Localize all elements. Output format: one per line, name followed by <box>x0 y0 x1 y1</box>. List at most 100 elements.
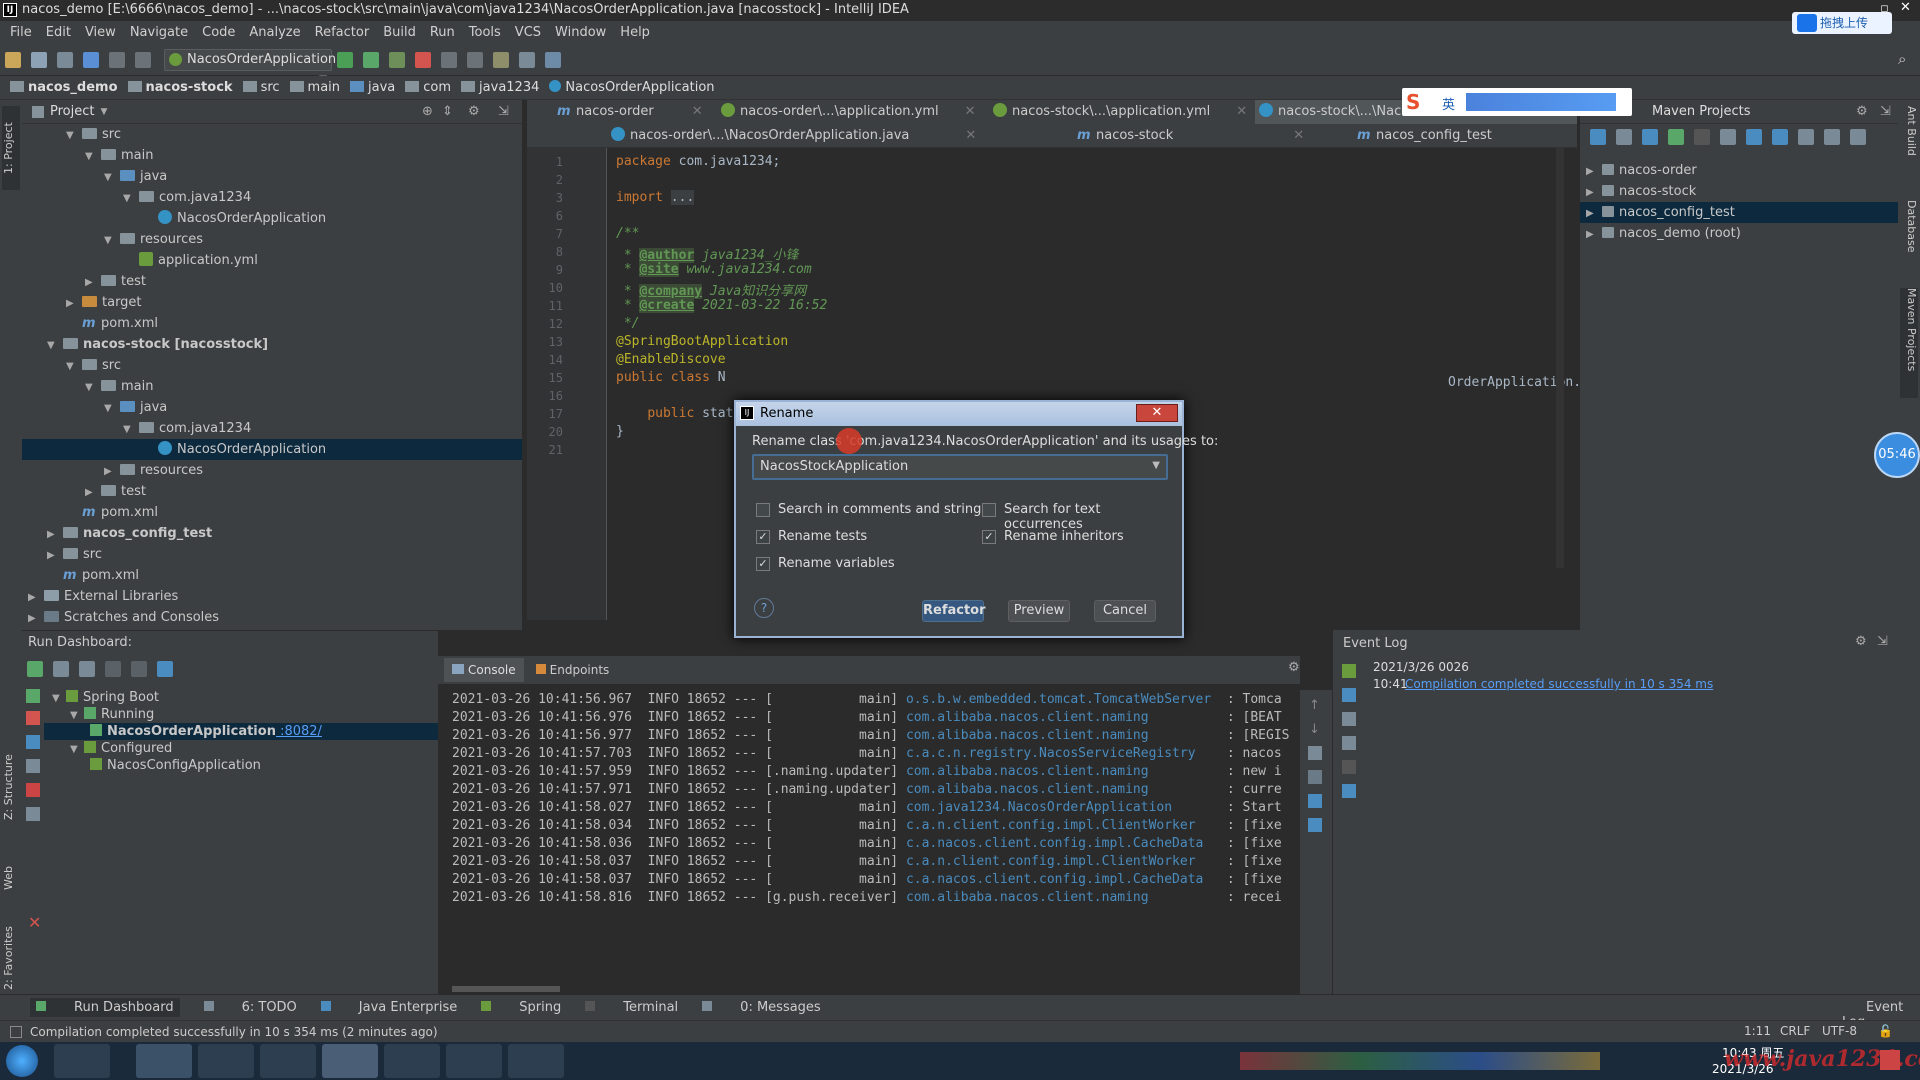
tree-item[interactable]: ▶ External Libraries <box>22 586 522 607</box>
collapse-arrow-icon[interactable]: ▶ <box>47 545 59 566</box>
console-output[interactable]: 2021-03-26 10:41:56.967 INFO 18652 --- [… <box>438 656 1300 994</box>
breadcrumb-java1234[interactable]: java1234 <box>461 80 539 95</box>
label-rename-variables[interactable]: Rename variables <box>778 556 895 571</box>
sync-icon[interactable] <box>57 51 73 68</box>
tree-item[interactable]: ▶ test <box>22 481 522 502</box>
expand-arrow-icon[interactable]: ▼ <box>66 125 78 146</box>
menu-run[interactable]: Run <box>430 25 455 40</box>
dialog-close-button[interactable]: ✕ <box>1136 404 1178 422</box>
close-icon[interactable]: ✕ <box>1293 128 1304 143</box>
maven-item-selected[interactable]: ▶ nacos_config_test <box>1580 202 1898 223</box>
tab-nacos-stock-pom[interactable]: m nacos-stock ✕ <box>1073 124 1333 148</box>
save-icon[interactable] <box>31 51 47 68</box>
tree-item[interactable]: ▼ nacos-stock [nacosstock] <box>22 334 522 355</box>
start-button[interactable] <box>6 1045 38 1077</box>
locate-icon[interactable]: ⊕ <box>422 104 433 119</box>
coverage-icon[interactable] <box>389 51 405 68</box>
search-everywhere-icon[interactable]: ⌕ <box>1898 50 1906 68</box>
run-icon[interactable] <box>337 51 353 68</box>
run-config-item[interactable]: ▼ Spring Boot <box>44 689 438 706</box>
clear-all-icon[interactable] <box>1342 784 1356 798</box>
tree-item[interactable]: ▶ nacos_config_test <box>22 523 522 544</box>
mark-read-icon[interactable] <box>1342 688 1356 702</box>
generate-sources-icon[interactable] <box>1616 129 1632 145</box>
dump-threads-icon[interactable] <box>26 759 40 773</box>
maven-item[interactable]: ▶ nacos-stock <box>1580 181 1898 202</box>
tree-item[interactable]: ▼ com.java1234 <box>22 418 522 439</box>
run-config-selected[interactable]: NacosOrderApplication :8082/ <box>44 723 438 740</box>
gear-icon[interactable]: ⚙ <box>468 104 480 119</box>
tab-endpoints[interactable]: Endpoints <box>528 658 618 682</box>
add-icon[interactable] <box>1668 129 1684 145</box>
tree-item[interactable]: ▼ resources <box>22 229 522 250</box>
tree-item[interactable]: m pom.xml <box>22 565 522 586</box>
tool-window-maven[interactable]: Maven Projects <box>1900 288 1918 398</box>
toggle-offline-icon[interactable] <box>1746 129 1762 145</box>
scroll-to-end-icon[interactable] <box>1342 736 1356 750</box>
label-rename-tests[interactable]: Rename tests <box>778 529 867 544</box>
status-toggle-icon[interactable] <box>10 1025 22 1038</box>
structure-icon[interactable] <box>545 51 561 68</box>
port-link[interactable]: :8082/ <box>276 724 322 739</box>
tree-item[interactable]: ▶ test <box>22 271 522 292</box>
tree-item[interactable]: ▶ Scratches and Consoles <box>22 607 522 628</box>
sogou-ime-icon[interactable]: S <box>1406 90 1420 114</box>
back-icon[interactable] <box>83 51 99 68</box>
tab-nacos-order-java[interactable]: nacos-order\...\NacosOrderApplication.ja… <box>607 124 976 148</box>
collapse-icon[interactable] <box>1824 129 1840 145</box>
collapse-arrow-icon[interactable]: ▶ <box>47 524 59 545</box>
expand-arrow-icon[interactable]: ▼ <box>85 146 97 167</box>
help-icon[interactable]: ? <box>754 598 774 618</box>
menu-code[interactable]: Code <box>202 25 235 40</box>
tab-run-dashboard[interactable]: Run Dashboard <box>30 998 180 1017</box>
hide-panel-icon[interactable]: ⇲ <box>498 104 509 119</box>
expand-arrow-icon[interactable]: ▼ <box>70 741 82 758</box>
breadcrumb-class[interactable]: NacosOrderApplication <box>549 80 715 95</box>
tree-item[interactable]: ▶ target <box>22 292 522 313</box>
dependencies-icon[interactable] <box>1798 129 1814 145</box>
tree-item[interactable]: ▼ main <box>22 376 522 397</box>
collapse-arrow-icon[interactable]: ▶ <box>85 482 97 503</box>
close-window-button[interactable]: ✕ <box>1900 0 1911 15</box>
new-name-combobox[interactable]: NacosStockApplication ▼ <box>752 454 1168 480</box>
editor-scrollbar[interactable] <box>1556 148 1564 568</box>
breadcrumb-module[interactable]: nacos-stock <box>127 80 233 95</box>
maven-item[interactable]: ▶ nacos_demo (root) <box>1580 223 1898 244</box>
collapse-all-icon[interactable]: ⇕ <box>442 104 453 119</box>
checkbox-search-comments[interactable] <box>756 503 770 517</box>
menu-build[interactable]: Build <box>383 25 416 40</box>
label-search-comments[interactable]: Search in comments and strings <box>778 502 988 517</box>
layout-icon[interactable] <box>26 807 40 821</box>
group-icon[interactable] <box>105 661 121 677</box>
hide-panel-icon[interactable]: ⇲ <box>1880 104 1891 119</box>
floating-timer-badge[interactable]: 05:46 <box>1874 432 1920 478</box>
taskbar-app-terminal[interactable] <box>446 1044 502 1078</box>
refactor-button[interactable]: Refactor <box>922 600 986 622</box>
group-by-type-icon[interactable] <box>131 661 147 677</box>
tree-item[interactable]: m pom.xml <box>22 313 522 334</box>
status-message[interactable]: Compilation completed successfully in 10… <box>30 1025 438 1039</box>
close-icon[interactable]: ✕ <box>692 104 703 119</box>
taskbar-app-notepad[interactable] <box>260 1044 316 1078</box>
tab-nacos-order-pom[interactable]: m nacos-order ✕ <box>553 100 703 124</box>
tab-nacos-order-yml[interactable]: nacos-order\...\application.yml ✕ <box>717 100 977 124</box>
tool-window-database[interactable]: Database <box>1900 200 1918 270</box>
taskbar-app-m[interactable] <box>384 1044 440 1078</box>
gear-icon[interactable]: ⚙ <box>1856 104 1868 119</box>
menu-view[interactable]: View <box>85 25 116 40</box>
caret-position[interactable]: 1:11 <box>1744 1024 1771 1038</box>
tree-item[interactable]: ▼ java <box>22 397 522 418</box>
expand-arrow-icon[interactable]: ▼ <box>123 419 135 440</box>
close-icon[interactable]: ✕ <box>965 104 976 119</box>
cancel-button[interactable]: Cancel <box>1094 600 1156 622</box>
run-config-item[interactable]: ▼ Running <box>44 706 438 723</box>
expand-arrow-icon[interactable]: ▼ <box>85 377 97 398</box>
tree-item-selected[interactable]: NacosOrderApplication <box>22 439 522 460</box>
checkbox-rename-inheritors[interactable]: ✓ <box>982 530 996 544</box>
tree-item[interactable]: m pom.xml <box>22 502 522 523</box>
print-icon[interactable] <box>1342 760 1356 774</box>
collapse-arrow-icon[interactable]: ▶ <box>28 608 40 629</box>
label-rename-inheritors[interactable]: Rename inheritors <box>1004 529 1124 544</box>
collapse-arrow-icon[interactable]: ▶ <box>28 587 40 608</box>
vcs-update-icon[interactable] <box>441 51 457 68</box>
